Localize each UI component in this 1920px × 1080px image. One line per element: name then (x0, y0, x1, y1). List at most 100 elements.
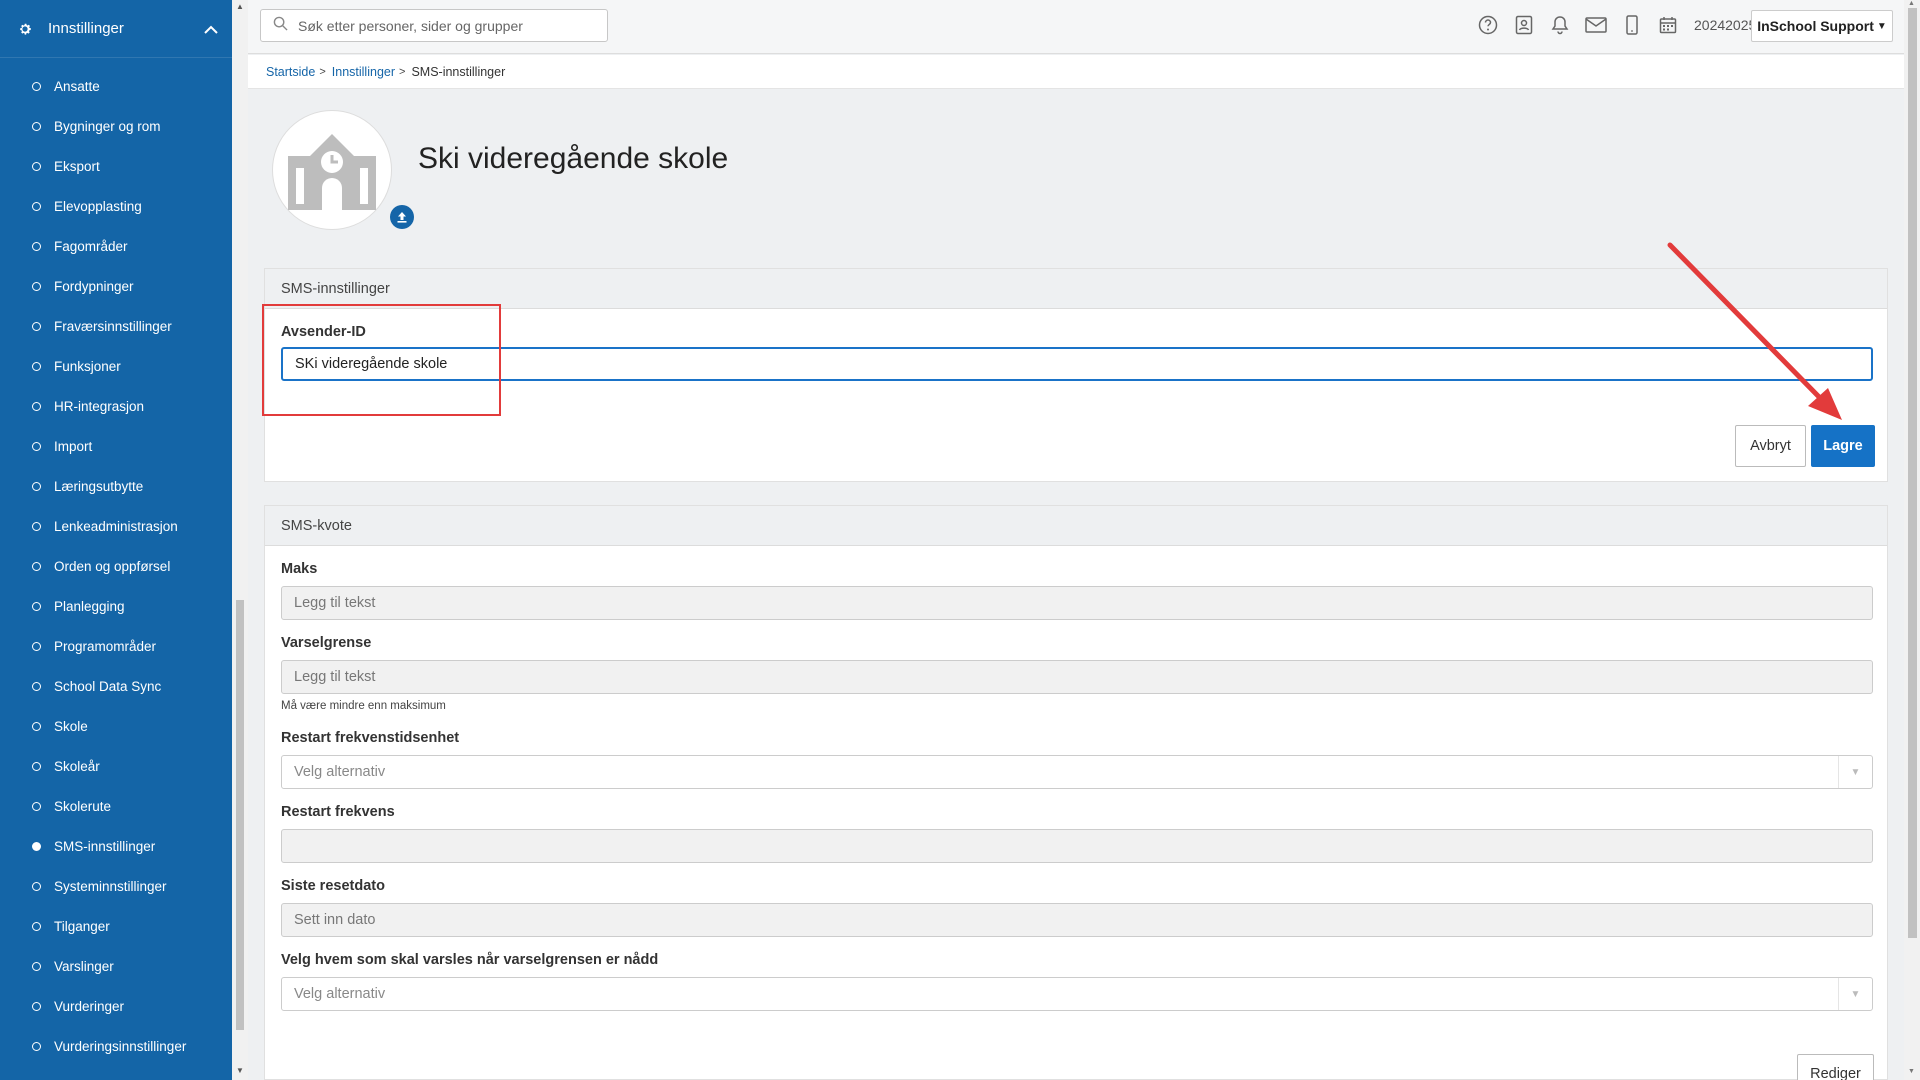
bullet-icon (32, 841, 41, 851)
sidebar-item-label: Vurderingsinnstillinger (54, 1038, 187, 1054)
sidebar-item-label: Fagområder (54, 238, 128, 254)
sidebar-item[interactable]: Vurderingsinnstillinger (0, 1026, 232, 1066)
mail-icon[interactable] (1584, 13, 1608, 37)
scroll-down-arrow[interactable]: ▼ (236, 1066, 244, 1075)
sidebar-item[interactable]: Skolerute (0, 786, 232, 826)
sidebar-item-label: Orden og oppførsel (54, 558, 171, 574)
sidebar-item[interactable]: Fordypninger (0, 266, 232, 306)
scroll-up-arrow[interactable]: ▲ (1908, 0, 1915, 7)
bullet-icon (32, 1041, 41, 1051)
bullet-icon (32, 161, 41, 171)
bullet-icon (32, 481, 41, 491)
scrollbar-thumb[interactable] (1908, 8, 1917, 938)
sidebar-item[interactable]: Ansatte (0, 66, 232, 106)
restart-unit-select[interactable]: Velg alternativ ▼ (281, 755, 1873, 789)
sidebar-title: Innstillinger (48, 20, 124, 37)
sidebar-item[interactable]: Varslinger (0, 946, 232, 986)
sidebar-item[interactable]: Systeminnstillinger (0, 866, 232, 906)
scroll-up-arrow[interactable]: ▲ (236, 2, 244, 11)
bullet-icon (32, 761, 41, 771)
search-box[interactable] (260, 9, 608, 42)
notify-select[interactable]: Velg alternativ ▼ (281, 977, 1873, 1011)
bullet-icon (32, 281, 41, 291)
topbar-icons: 20242025 (1476, 13, 1756, 37)
sidebar-item-label: Skolerute (54, 798, 112, 814)
page-title: Ski videregående skole (418, 142, 729, 175)
user-menu-button[interactable]: InSchool Support ▼ (1751, 10, 1893, 42)
sidebar-item[interactable]: Orden og oppførsel (0, 546, 232, 586)
bullet-icon (32, 121, 41, 131)
sidebar-item-label: HR-integrasjon (54, 398, 145, 414)
sidebar-item[interactable]: School Data Sync (0, 666, 232, 706)
breadcrumb-home[interactable]: Startside (266, 65, 315, 79)
help-icon[interactable] (1476, 13, 1500, 37)
threshold-label: Varselgrense (281, 635, 372, 651)
sidebar-item[interactable]: Bygninger og rom (0, 106, 232, 146)
sidebar-item[interactable]: Elevopplasting (0, 186, 232, 226)
sidebar-item[interactable]: Vurderingsuttrykk for (0, 1066, 232, 1080)
bullet-icon (32, 801, 41, 811)
upload-icon[interactable] (390, 205, 414, 229)
sidebar-item[interactable]: HR-integrasjon (0, 386, 232, 426)
sidebar-item[interactable]: Fraværsinnstillinger (0, 306, 232, 346)
restart-frequency-label: Restart frekvens (281, 804, 395, 820)
sidebar-item-label: Tilganger (54, 918, 110, 934)
school-year[interactable]: 20242025 (1694, 17, 1756, 33)
sidebar-item[interactable]: SMS-innstillinger (0, 826, 232, 866)
panel-heading: SMS-innstillinger (265, 269, 1887, 309)
contacts-icon[interactable] (1512, 13, 1536, 37)
search-icon (273, 16, 288, 36)
sender-id-input[interactable]: SKi videregående skole (281, 347, 1873, 381)
threshold-input[interactable]: Legg til tekst (281, 660, 1873, 694)
chevron-down-icon: ▼ (1838, 978, 1872, 1010)
bullet-icon (32, 881, 41, 891)
sms-quota-panel: SMS-kvote Maks Legg til tekst Varselgren… (264, 505, 1888, 1080)
sidebar-item[interactable]: Lenkeadministrasjon (0, 506, 232, 546)
bullet-icon (32, 201, 41, 211)
sidebar-item[interactable]: Fagområder (0, 226, 232, 266)
cancel-button[interactable]: Avbryt (1735, 425, 1806, 467)
max-input[interactable]: Legg til tekst (281, 586, 1873, 620)
last-reset-input[interactable]: Sett inn dato (281, 903, 1873, 937)
notify-placeholder: Velg alternativ (294, 986, 386, 1002)
chevron-up-icon[interactable] (204, 22, 218, 39)
sidebar-item[interactable]: Import (0, 426, 232, 466)
scrollbar-thumb[interactable] (236, 600, 244, 1030)
save-button[interactable]: Lagre (1811, 425, 1875, 467)
sidebar-item-label: SMS-innstillinger (54, 838, 156, 854)
sidebar-header[interactable]: Innstillinger (0, 0, 232, 58)
sidebar-item-label: Bygninger og rom (54, 118, 161, 134)
bullet-icon (32, 81, 41, 91)
sidebar-item[interactable]: Læringsutbytte (0, 466, 232, 506)
sidebar-item-label: Læringsutbytte (54, 478, 144, 494)
calendar-icon[interactable] (1656, 13, 1680, 37)
bullet-icon (32, 361, 41, 371)
school-building-icon (280, 126, 384, 215)
search-input[interactable] (298, 17, 598, 34)
sidebar-item[interactable]: Vurderinger (0, 986, 232, 1026)
bullet-icon (32, 641, 41, 651)
bell-icon[interactable] (1548, 13, 1572, 37)
sidebar-item-label: Systeminnstillinger (54, 878, 167, 894)
sidebar-item[interactable]: Programområder (0, 626, 232, 666)
sidebar-item[interactable]: Eksport (0, 146, 232, 186)
chevron-right-icon: > (319, 65, 326, 78)
sidebar-item[interactable]: Skole (0, 706, 232, 746)
bullet-icon (32, 961, 41, 971)
sidebar-item-label: Vurderinger (54, 998, 125, 1014)
scroll-down-arrow[interactable]: ▼ (1908, 1068, 1915, 1075)
sms-settings-panel: SMS-innstillinger Avsender-ID SKi videre… (264, 268, 1888, 482)
restart-frequency-input[interactable] (281, 829, 1873, 863)
sidebar-item[interactable]: Planlegging (0, 586, 232, 626)
mobile-icon[interactable] (1620, 13, 1644, 37)
sidebar-scrollbar[interactable]: ▲ ▼ (232, 0, 248, 1080)
sidebar-item[interactable]: Skoleår (0, 746, 232, 786)
breadcrumb-settings[interactable]: Innstillinger (332, 65, 395, 79)
edit-button[interactable]: Rediger (1797, 1054, 1874, 1080)
sidebar-item-label: Fraværsinnstillinger (54, 318, 172, 334)
breadcrumb-current: SMS-innstillinger (411, 64, 506, 79)
sidebar-item[interactable]: Funksjoner (0, 346, 232, 386)
chevron-down-icon: ▼ (1838, 756, 1872, 788)
sidebar-item[interactable]: Tilganger (0, 906, 232, 946)
page-scrollbar[interactable]: ▲ ▼ (1904, 0, 1920, 1080)
